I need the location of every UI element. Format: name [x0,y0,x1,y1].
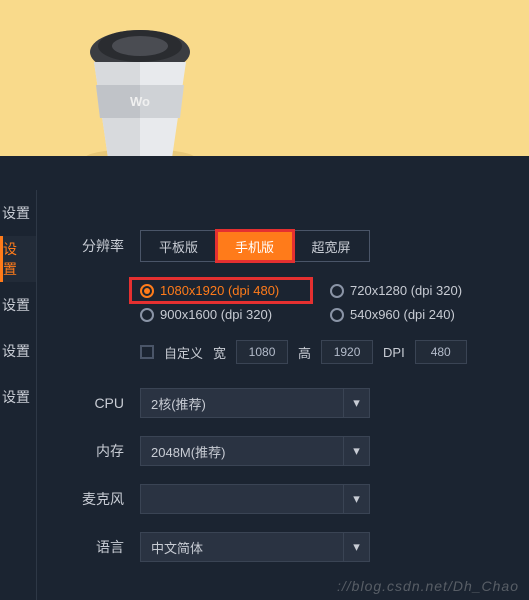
radio-540x960[interactable]: 540x960 (dpi 240) [330,307,500,322]
sidebar-item-3[interactable]: 设置 [0,328,36,374]
chevron-down-icon: ▾ [343,388,369,418]
watermark: ://blog.csdn.net/Dh_Chao [337,578,519,594]
memory-label: 内存 [60,441,140,461]
language-label: 语言 [60,537,140,557]
sidebar-item-1[interactable]: 设置 [0,236,36,282]
svg-text:Wo: Wo [130,94,150,109]
radio-dot-icon [140,308,154,322]
resolution-row: 分辨率 平板版 手机版 超宽屏 [60,230,529,262]
cpu-label: CPU [60,395,140,411]
memory-row: 内存 2048M(推荐) ▾ [60,436,529,466]
sidebar: 设置 设置 设置 设置 设置 [0,190,36,420]
radio-dot-icon [330,308,344,322]
chevron-down-icon: ▾ [343,532,369,562]
custom-checkbox[interactable] [140,345,154,359]
cpu-row: CPU 2核(推荐) ▾ [60,388,529,418]
sidebar-divider [36,190,37,600]
resolution-tabs: 平板版 手机版 超宽屏 [140,230,370,262]
height-input[interactable] [321,340,373,364]
memory-select[interactable]: 2048M(推荐) ▾ [140,436,370,466]
cpu-select[interactable]: 2核(推荐) ▾ [140,388,370,418]
chevron-down-icon: ▾ [343,436,369,466]
mic-label: 麦克风 [60,489,140,509]
sidebar-item-2[interactable]: 设置 [0,282,36,328]
radio-720x1280[interactable]: 720x1280 (dpi 320) [330,280,500,301]
height-label: 高 [298,343,311,362]
radio-1080x1920[interactable]: 1080x1920 (dpi 480) [132,280,310,301]
tab-phone[interactable]: 手机版 [217,231,293,261]
mic-select[interactable]: ▾ [140,484,370,514]
radio-900x1600[interactable]: 900x1600 (dpi 320) [140,307,310,322]
radio-dot-icon [140,284,154,298]
dpi-label: DPI [383,345,405,360]
chevron-down-icon: ▾ [343,484,369,514]
width-input[interactable] [236,340,288,364]
coffee-cup-image: Wo [70,10,210,170]
tab-ultrawide[interactable]: 超宽屏 [293,231,369,261]
resolution-options: 1080x1920 (dpi 480) 720x1280 (dpi 320) 9… [140,280,529,322]
sidebar-item-4[interactable]: 设置 [0,374,36,420]
mic-row: 麦克风 ▾ [60,484,529,514]
sidebar-item-0[interactable]: 设置 [0,190,36,236]
width-label: 宽 [213,343,226,362]
custom-row: 自定义 宽 高 DPI [140,340,529,364]
resolution-label: 分辨率 [60,236,140,256]
radio-dot-icon [330,284,344,298]
custom-label: 自定义 [164,343,203,362]
tab-tablet[interactable]: 平板版 [141,231,217,261]
language-row: 语言 中文简体 ▾ [60,532,529,562]
dpi-input[interactable] [415,340,467,364]
banner: Wo [0,0,529,170]
language-select[interactable]: 中文简体 ▾ [140,532,370,562]
content: 分辨率 平板版 手机版 超宽屏 1080x1920 (dpi 480) 720x… [60,230,529,580]
